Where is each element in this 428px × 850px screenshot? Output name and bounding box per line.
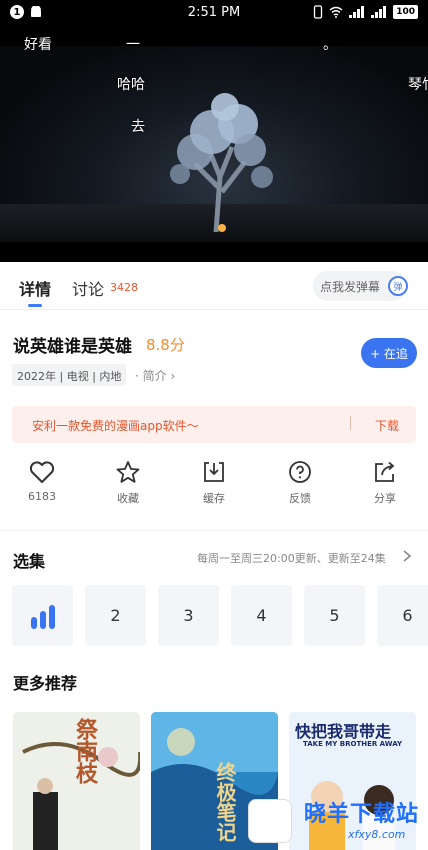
question-icon [289, 461, 311, 483]
app-screen: 1 2:51 PM 100 好看 一 。 哈哈 琴 去 详情 讨论 3428 点… [0, 0, 428, 850]
poster-title: 终极笔记 [213, 762, 237, 842]
tree-image [170, 93, 273, 232]
poster-title: 快把我哥带走 [295, 722, 392, 741]
vibrate-icon [314, 5, 323, 19]
feedback-button[interactable]: 反馈 [270, 460, 330, 506]
status-bar: 1 2:51 PM 100 [0, 0, 428, 26]
download-icon [204, 462, 224, 482]
discuss-count: 3428 [110, 281, 138, 294]
tab-bar: 详情 讨论 3428 点我发弹幕 弹 [0, 262, 428, 310]
episode-playing[interactable] [12, 585, 73, 646]
danmu-toggle-icon[interactable]: 弹 [388, 276, 408, 296]
show-tags: 2022年 | 电视 | 内地 [12, 364, 127, 386]
watermark-url: xfxy8.com [348, 828, 406, 841]
video-player[interactable]: 好看 一 。 哈哈 琴竹 去 [0, 26, 428, 262]
episode-item[interactable]: 6 [377, 585, 428, 646]
chevron-right-icon[interactable] [402, 549, 412, 563]
collect-label: 收藏 [117, 492, 139, 505]
recommend-title: 更多推荐 [13, 674, 78, 693]
like-count: 6183 [28, 490, 56, 503]
episode-item[interactable]: 4 [231, 585, 292, 646]
danmu-comment: 。 [323, 37, 337, 53]
danmu-comment: 好看 [24, 37, 52, 53]
heart-icon [29, 461, 55, 483]
action-bar: 6183 收藏 缓存 反馈 分享 [0, 460, 428, 520]
like-button[interactable]: 6183 [12, 460, 72, 503]
tab-details[interactable]: 详情 [19, 276, 51, 300]
ad-text: 安利一款免费的漫画app软件〜 [32, 419, 199, 433]
show-score: 8.8分 [146, 336, 185, 354]
signal-icon [349, 6, 365, 18]
watermark-text: 晓羊下载站 [304, 802, 420, 827]
poster-subtitle: TAKE MY BROTHER AWAY [303, 740, 403, 748]
danmu-comment: 哈哈 [117, 77, 145, 93]
danmu-comment: 琴竹 [408, 77, 428, 93]
site-watermark: 晓羊下载站 xfxy8.com [248, 790, 428, 850]
share-button[interactable]: 分享 [355, 460, 415, 506]
share-label: 分享 [374, 492, 396, 505]
collect-button[interactable]: 收藏 [98, 460, 158, 506]
section-divider [0, 530, 428, 531]
episode-item[interactable]: 2 [85, 585, 146, 646]
playing-bars-icon [30, 604, 55, 629]
danmu-comment: 去 [131, 119, 145, 135]
ad-download-button[interactable]: 下载 [375, 417, 399, 434]
show-title: 说英雄谁是英雄 [13, 337, 132, 357]
star-icon [116, 461, 140, 483]
watermark-logo [248, 799, 292, 843]
ad-banner[interactable]: 安利一款免费的漫画app软件〜 下载 [12, 406, 416, 443]
episodes-update-info[interactable]: 每周一至周三20:00更新、更新至24集 [197, 550, 386, 566]
episode-item[interactable]: 5 [304, 585, 365, 646]
tab-indicator [28, 304, 42, 307]
feedback-label: 反馈 [289, 492, 311, 505]
wifi-icon [329, 6, 343, 18]
episodes-title: 选集 [13, 552, 46, 571]
tab-discuss[interactable]: 讨论 [72, 276, 104, 300]
intro-link[interactable]: · 简介 › [135, 367, 175, 384]
poster-title: 祭南枝 [72, 718, 97, 784]
danmu-comment: 一 [126, 37, 140, 53]
cache-label: 缓存 [203, 492, 225, 505]
share-icon [375, 461, 395, 482]
video-frame [0, 46, 428, 242]
battery-icon: 100 [393, 5, 418, 19]
recommend-poster[interactable]: 祭南枝 [13, 712, 140, 850]
episode-item[interactable]: 3 [158, 585, 219, 646]
ad-separator [350, 416, 351, 430]
cache-button[interactable]: 缓存 [184, 460, 244, 506]
signal-icon-2 [371, 6, 387, 18]
follow-button[interactable]: + 在追 [361, 338, 417, 368]
